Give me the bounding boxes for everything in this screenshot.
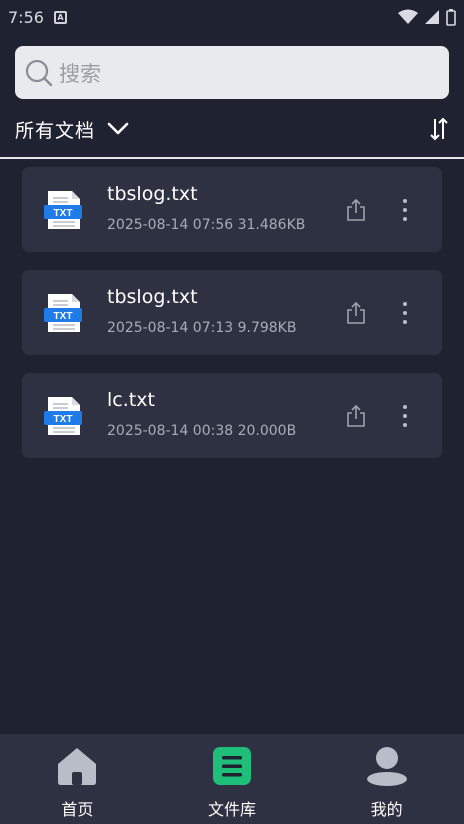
home-icon	[55, 744, 99, 788]
share-button[interactable]	[344, 197, 368, 223]
status-bar: 7:56 A	[0, 0, 464, 34]
battery-icon	[446, 8, 456, 26]
nav-label: 文件库	[207, 800, 256, 819]
file-meta: 2025-08-14 07:13 9.798KB	[107, 320, 297, 336]
svg-text:TXT: TXT	[54, 414, 73, 425]
bottom-nav: 首页 文件库 我的	[0, 734, 464, 824]
more-options-icon[interactable]	[398, 403, 412, 429]
file-name: lc.txt	[107, 389, 155, 411]
file-meta: 2025-08-14 07:56 31.486KB	[107, 217, 306, 233]
search-icon	[25, 59, 53, 86]
nav-label: 我的	[370, 800, 403, 819]
file-name: tbslog.txt	[107, 286, 198, 308]
status-time: 7:56	[8, 7, 44, 27]
wifi-icon	[398, 9, 418, 24]
share-icon	[347, 301, 365, 324]
file-text: tbslog.txt 2025-08-14 07:56 31.486KB	[107, 183, 305, 233]
txt-file-icon: TXT	[44, 397, 82, 435]
file-text: lc.txt 2025-08-14 00:38 20.000B	[107, 389, 296, 439]
share-button[interactable]	[344, 300, 368, 326]
file-card[interactable]: TXT tbslog.txt 2025-08-14 07:56 31.486KB	[22, 167, 442, 252]
file-card[interactable]: TXT tbslog.txt 2025-08-14 07:13 9.798KB	[22, 270, 442, 355]
file-text: tbslog.txt 2025-08-14 07:13 9.798KB	[107, 286, 296, 336]
nav-item-file-library[interactable]: 文件库	[177, 734, 287, 820]
share-icon	[347, 404, 365, 427]
document-filter-dropdown[interactable]: 所有文档	[15, 116, 95, 143]
search-input[interactable]: 搜索	[15, 46, 449, 99]
sort-icon[interactable]	[429, 116, 449, 142]
file-name: tbslog.txt	[107, 183, 198, 205]
svg-text:TXT: TXT	[54, 311, 73, 322]
file-card[interactable]: TXT lc.txt 2025-08-14 00:38 20.000B	[22, 373, 442, 458]
more-options-icon[interactable]	[398, 197, 412, 223]
file-library-icon	[210, 744, 254, 788]
screen: 7:56 A 搜索 所有文档 TXT tbslog.txt 2025-08-14…	[0, 0, 464, 824]
txt-file-icon: TXT	[44, 294, 82, 332]
file-list: TXT tbslog.txt 2025-08-14 07:56 31.486KB	[22, 167, 442, 476]
share-button[interactable]	[344, 403, 368, 429]
share-icon	[347, 198, 365, 221]
more-options-icon[interactable]	[398, 300, 412, 326]
svg-text:TXT: TXT	[54, 208, 73, 219]
txt-file-icon: TXT	[44, 191, 82, 229]
nav-label: 首页	[61, 800, 94, 819]
profile-icon	[365, 744, 409, 788]
filter-row: 所有文档	[15, 112, 449, 146]
notification-a-icon: A	[53, 10, 67, 24]
file-meta: 2025-08-14 00:38 20.000B	[107, 423, 297, 439]
status-icons	[398, 8, 456, 26]
search-placeholder: 搜索	[59, 61, 101, 86]
chevron-down-icon[interactable]	[107, 122, 129, 136]
signal-icon	[425, 10, 439, 24]
nav-item-profile[interactable]: 我的	[332, 734, 442, 820]
nav-item-home[interactable]: 首页	[22, 734, 132, 820]
divider	[0, 157, 464, 159]
